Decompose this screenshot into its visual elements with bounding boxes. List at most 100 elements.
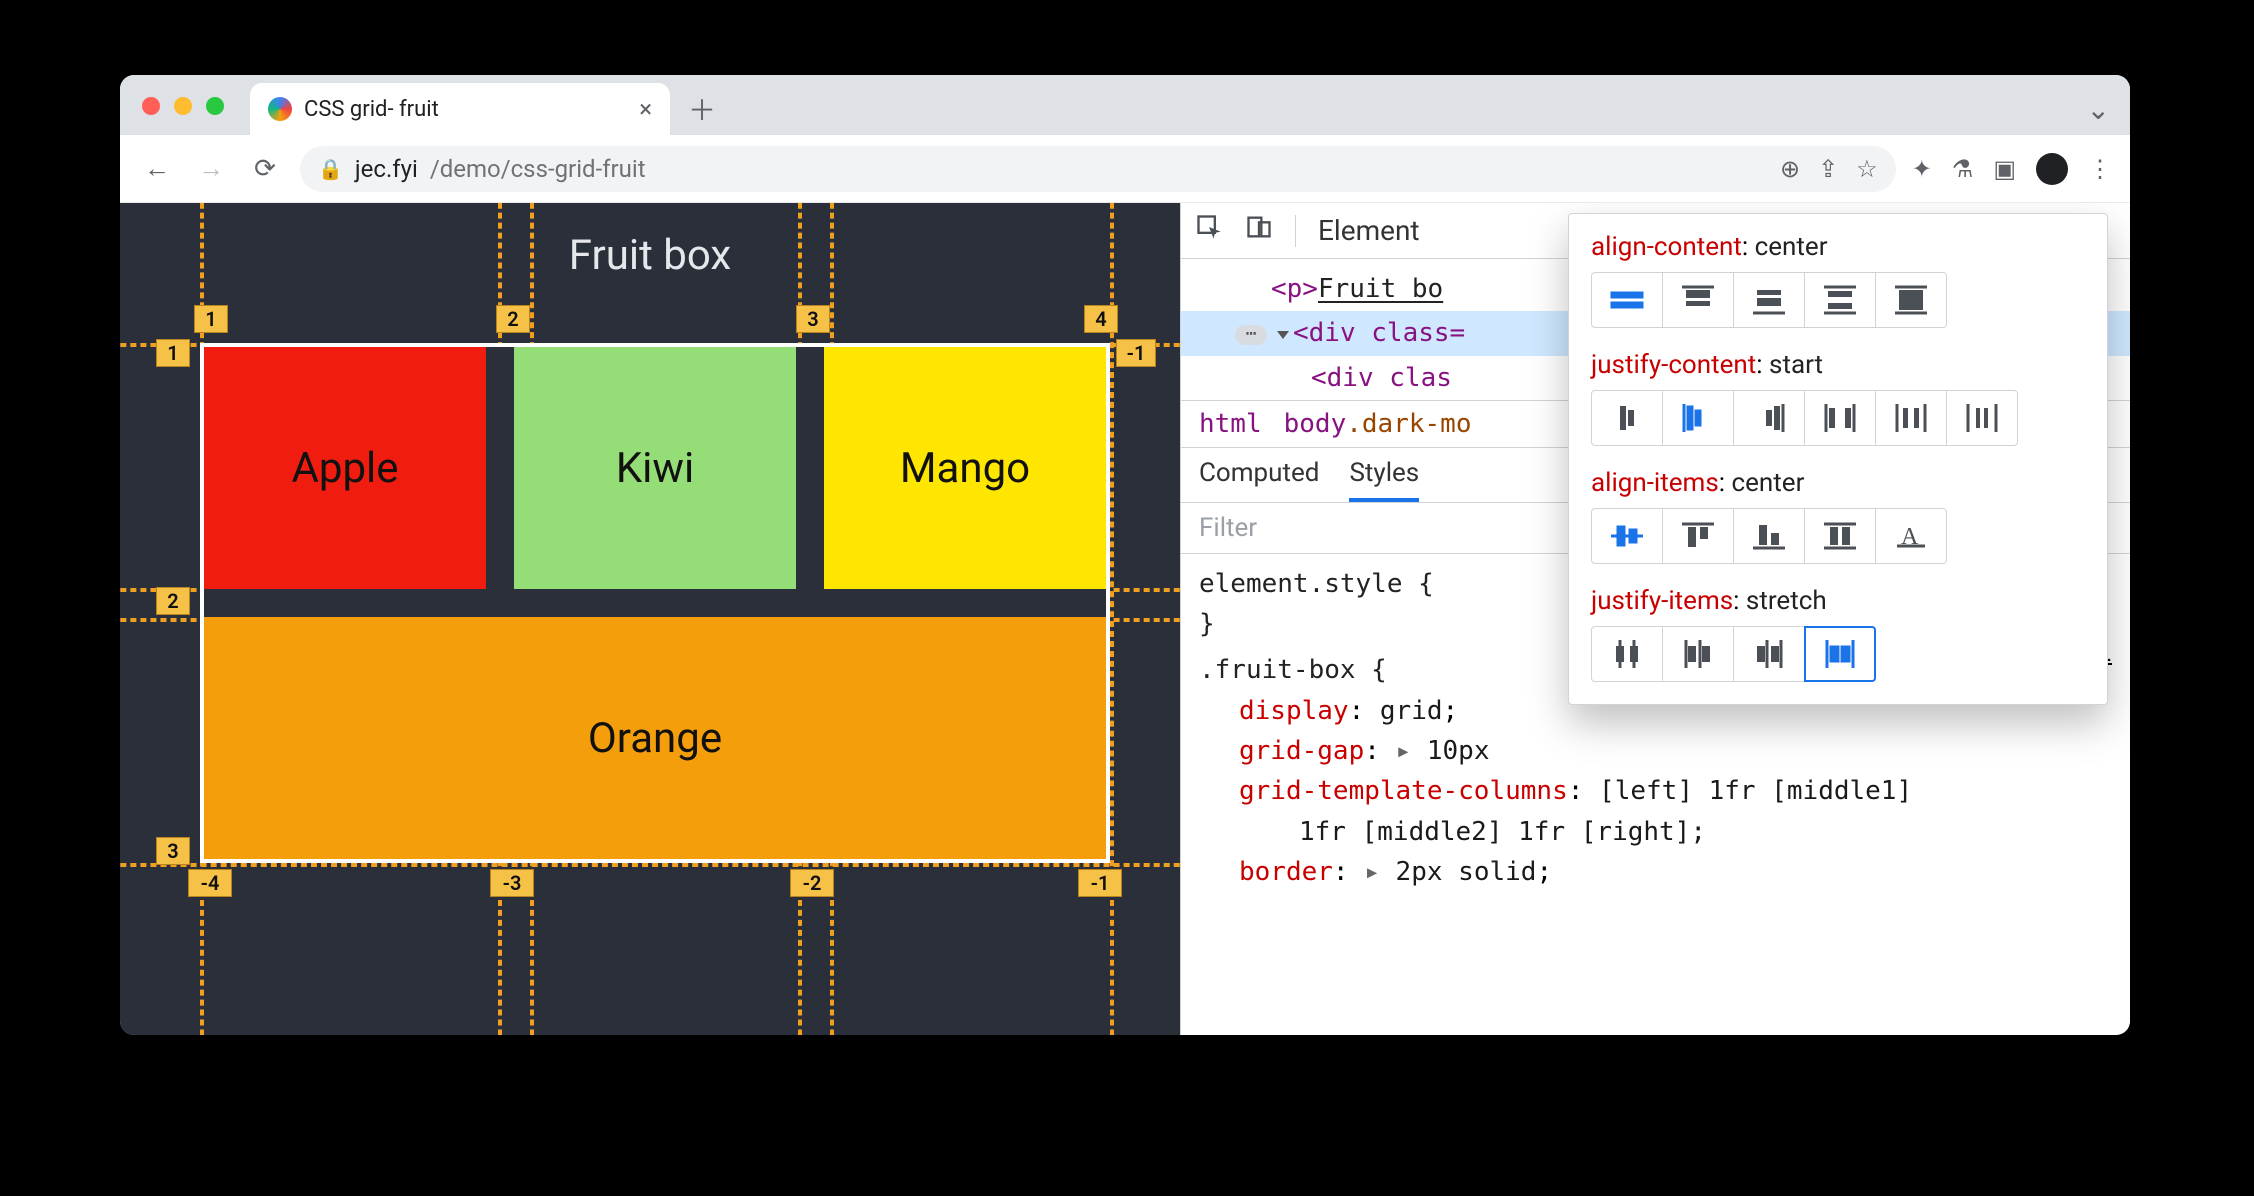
group-label: align-items: center xyxy=(1591,468,2085,498)
more-icon[interactable]: ⋯ xyxy=(1235,325,1267,345)
opt-justify-items-end[interactable] xyxy=(1733,626,1805,682)
grid-line-number: 1 xyxy=(156,339,190,367)
page-heading: Fruit box xyxy=(120,231,1180,280)
tabs-dropdown-icon[interactable]: ⌄ xyxy=(2087,93,2110,126)
grid-line-number: -2 xyxy=(790,869,834,897)
close-window-icon[interactable] xyxy=(142,97,160,115)
opt-align-items-start[interactable] xyxy=(1662,508,1734,564)
fruit-grid: Apple Kiwi Mango Orange xyxy=(200,343,1110,863)
cell-orange: Orange xyxy=(204,617,1106,859)
grid-line-number: 2 xyxy=(496,305,530,333)
grid-line-number: 1 xyxy=(194,305,228,333)
url-host: jec.fyi xyxy=(355,155,418,183)
opt-justify-items-start[interactable] xyxy=(1662,626,1734,682)
content-split: Fruit box Apple Kiwi xyxy=(120,203,2130,1035)
grid-line-number: 4 xyxy=(1084,305,1118,333)
page-viewport: Fruit box Apple Kiwi xyxy=(120,203,1180,1035)
opt-justify-content-end[interactable] xyxy=(1733,390,1805,446)
tab-title: CSS grid- fruit xyxy=(304,97,439,122)
opt-justify-content-space-between[interactable] xyxy=(1804,390,1876,446)
toolbar-right: ✦ ⚗ ▣ ⋮ xyxy=(1912,153,2112,185)
grid-line-number: 2 xyxy=(156,587,190,615)
omnibox[interactable]: 🔒 jec.fyi/demo/css-grid-fruit ⊕ ⇪ ☆ xyxy=(300,146,1896,192)
group-label: justify-items: stretch xyxy=(1591,586,2085,616)
filter-placeholder: Filter xyxy=(1199,513,1257,543)
style-decl[interactable]: grid-gap: ▸ 10px xyxy=(1199,731,2112,771)
address-bar: ← → ⟳ 🔒 jec.fyi/demo/css-grid-fruit ⊕ ⇪ … xyxy=(120,135,2130,203)
opt-justify-content-space-around[interactable] xyxy=(1875,390,1947,446)
grid-line-number: 3 xyxy=(796,305,830,333)
menu-icon[interactable]: ⋮ xyxy=(2088,155,2112,183)
browser-tab[interactable]: CSS grid- fruit × xyxy=(250,83,670,135)
cell-apple: Apple xyxy=(204,347,486,589)
bookmark-icon[interactable]: ☆ xyxy=(1856,155,1878,183)
panel-tab-elements[interactable]: Element xyxy=(1318,214,1420,247)
group-label: justify-content: start xyxy=(1591,350,2085,380)
separator xyxy=(1295,215,1296,247)
group-label: align-content: center xyxy=(1591,232,2085,262)
opt-justify-content-start[interactable] xyxy=(1662,390,1734,446)
tab-computed[interactable]: Computed xyxy=(1199,458,1319,502)
inspect-icon[interactable] xyxy=(1195,213,1223,248)
group-align-content: align-content: center xyxy=(1591,232,2085,328)
opt-align-content-start[interactable] xyxy=(1662,272,1734,328)
opt-justify-items-center[interactable] xyxy=(1591,626,1663,682)
favicon-icon xyxy=(268,97,292,121)
opt-justify-content-space-evenly[interactable] xyxy=(1946,390,2018,446)
cell-mango: Mango xyxy=(824,347,1106,589)
labs-icon[interactable]: ⚗ xyxy=(1952,155,1974,183)
opt-align-content-center[interactable] xyxy=(1591,272,1663,328)
forward-button[interactable]: → xyxy=(192,150,230,188)
minimize-window-icon[interactable] xyxy=(174,97,192,115)
alignment-editor-popover: align-content: center justify-content: s… xyxy=(1568,213,2108,705)
opt-align-content-end[interactable] xyxy=(1733,272,1805,328)
device-toggle-icon[interactable] xyxy=(1245,213,1273,248)
profile-avatar[interactable] xyxy=(2036,153,2068,185)
grid-line-number: -4 xyxy=(188,869,232,897)
option-row xyxy=(1591,626,2085,682)
tab-strip: CSS grid- fruit × ＋ ⌄ xyxy=(120,75,2130,135)
extensions-icon[interactable]: ✦ xyxy=(1912,155,1932,183)
option-row xyxy=(1591,390,2085,446)
window-controls xyxy=(142,97,224,115)
crumb[interactable]: body.dark-mo xyxy=(1284,409,1472,439)
grid-line-number: 3 xyxy=(156,837,190,865)
opt-align-items-end[interactable] xyxy=(1733,508,1805,564)
opt-justify-content-center[interactable] xyxy=(1591,390,1663,446)
url-path: /demo/css-grid-fruit xyxy=(430,155,646,183)
browser-window: CSS grid- fruit × ＋ ⌄ ← → ⟳ 🔒 jec.fyi/de… xyxy=(120,75,2130,1035)
omnibox-actions: ⊕ ⇪ ☆ xyxy=(1780,155,1878,183)
opt-align-content-space-between[interactable] xyxy=(1804,272,1876,328)
expand-icon[interactable] xyxy=(1277,331,1289,339)
style-decl-cont: 1fr [middle2] 1fr [right]; xyxy=(1199,812,2112,852)
close-tab-icon[interactable]: × xyxy=(639,95,652,123)
reload-button[interactable]: ⟳ xyxy=(246,150,284,188)
option-row: A xyxy=(1591,508,2085,564)
grid-overlay-line xyxy=(120,863,1180,867)
opt-align-items-baseline[interactable]: A xyxy=(1875,508,1947,564)
share-icon[interactable]: ⇪ xyxy=(1818,155,1838,183)
tab-styles[interactable]: Styles xyxy=(1349,458,1419,502)
devtools-panel: Element <p>Fruit bo ⋯<div class= <div cl… xyxy=(1180,203,2130,1035)
fruit-grid-container: Apple Kiwi Mango Orange 1 2 3 4 1 2 3 -1… xyxy=(200,343,1110,863)
grid-line-number: -1 xyxy=(1116,339,1156,367)
opt-align-items-stretch[interactable] xyxy=(1804,508,1876,564)
cell-kiwi: Kiwi xyxy=(514,347,796,589)
opt-align-items-center[interactable] xyxy=(1591,508,1663,564)
lock-icon: 🔒 xyxy=(318,157,343,181)
group-align-items: align-items: center A xyxy=(1591,468,2085,564)
style-decl[interactable]: border: ▸ 2px solid; xyxy=(1199,852,2112,892)
style-decl[interactable]: grid-template-columns: [left] 1fr [middl… xyxy=(1199,771,2112,811)
maximize-window-icon[interactable] xyxy=(206,97,224,115)
opt-justify-items-stretch[interactable] xyxy=(1804,626,1876,682)
grid-line-number: -3 xyxy=(490,869,534,897)
crumb[interactable]: html xyxy=(1199,409,1262,439)
opt-align-content-stretch[interactable] xyxy=(1875,272,1947,328)
group-justify-items: justify-items: stretch xyxy=(1591,586,2085,682)
new-tab-button[interactable]: ＋ xyxy=(682,89,722,129)
option-row xyxy=(1591,272,2085,328)
grid-line-number: -1 xyxy=(1078,869,1122,897)
zoom-icon[interactable]: ⊕ xyxy=(1780,155,1800,183)
side-panel-icon[interactable]: ▣ xyxy=(1993,155,2016,183)
back-button[interactable]: ← xyxy=(138,150,176,188)
